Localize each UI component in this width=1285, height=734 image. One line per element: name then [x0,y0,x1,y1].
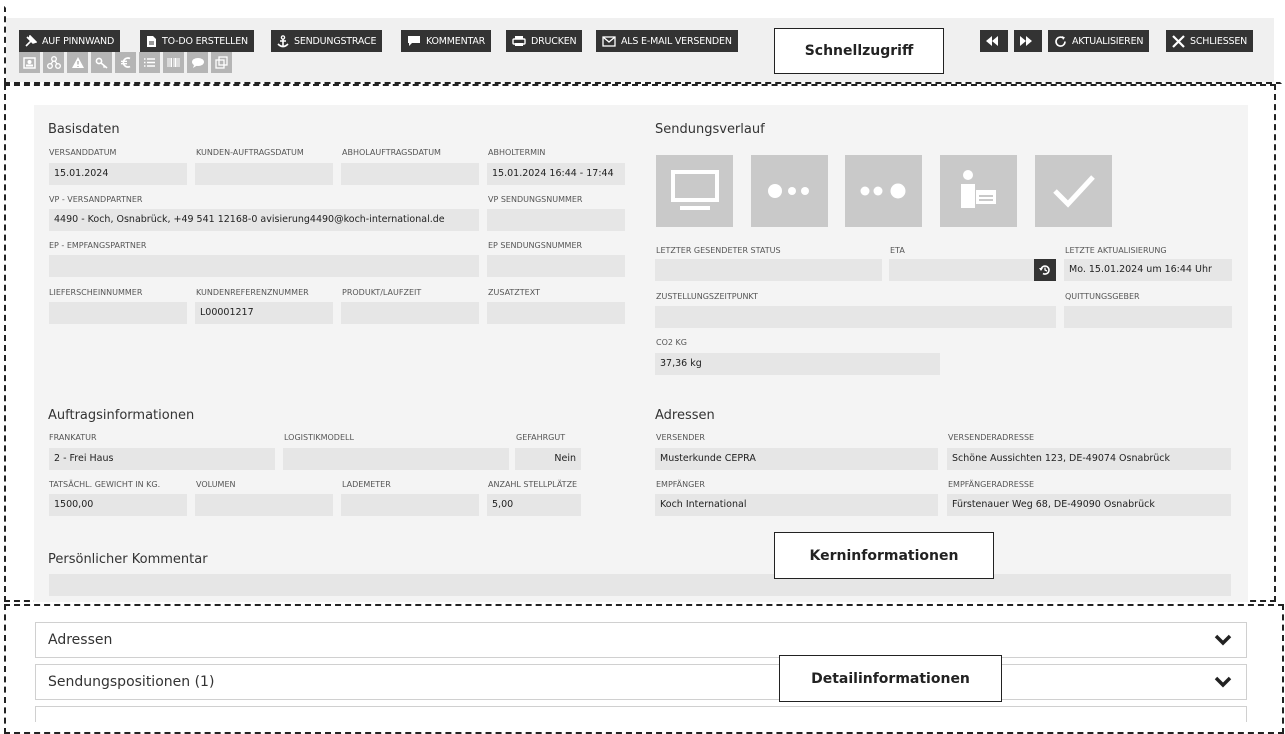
label-vp-sendungsnummer: VP SENDUNGSNUMMER [488,195,583,204]
field-versanddatum[interactable]: 15.01.2024 [49,163,187,185]
step-in-progress [751,155,828,227]
field-letzter-status[interactable] [655,259,882,281]
field-versandpartner[interactable]: 4490 - Koch, Osnabrück, +49 541 12168-0 … [49,209,479,231]
section-title-adressen: Adressen [655,408,715,423]
field-zustellungszeitpunkt[interactable] [655,306,1056,328]
field-letzte-aktualisierung[interactable]: Mo. 15.01.2024 um 16:44 Uhr [1064,259,1232,281]
field-logistikmodell[interactable] [283,448,509,470]
label-lademeter: LADEMETER [342,480,391,489]
field-kundenauftragsdatum[interactable] [195,163,333,185]
section-title-auftragsinformationen: Auftragsinformationen [48,408,195,423]
section-title-kommentar: Persönlicher Kommentar [48,552,208,567]
label-ep-sendungsnummer: EP SENDUNGSNUMMER [488,241,583,250]
field-kommentar[interactable] [49,574,1231,596]
callout-core-info: Kerninformationen [774,532,994,579]
label-letzter-status: LETZTER GESENDETER STATUS [656,246,781,255]
accordion-next-partial [35,706,1247,722]
field-gefahrgut[interactable]: Nein [515,448,581,470]
field-versenderadresse[interactable]: Schöne Aussichten 123, DE-49074 Osnabrüc… [947,448,1231,470]
eta-history-button[interactable] [1034,259,1056,281]
field-eta[interactable] [889,259,1056,281]
history-icon [1039,265,1050,275]
step-in-transit [845,155,922,227]
label-zustellungszeitpunkt: ZUSTELLUNGSZEITPUNKT [656,292,758,301]
label-kundenreferenznummer: KUNDENREFERENZNUMMER [196,288,309,297]
field-empfaenger[interactable]: Koch International [655,494,938,516]
label-co2: CO2 KG [656,338,687,347]
label-logistikmodell: LOGISTIKMODELL [284,433,354,442]
label-versanddatum: VERSANDDATUM [49,148,117,157]
shipment-detail-window: AUF PINNWAND TO-DO ERSTELLEN SENDUNGSTRA… [0,0,1285,734]
field-empfangspartner[interactable] [49,255,479,277]
dots-icon [860,183,905,199]
field-lieferscheinnummer[interactable] [49,302,187,324]
field-zusatztext[interactable] [487,302,625,324]
computer-icon [670,170,719,210]
field-stellplaetze[interactable]: 5,00 [487,494,581,516]
field-abholauftragsdatum[interactable] [341,163,479,185]
accordion-sendungspositionen-label: Sendungspositionen (1) [48,674,215,690]
label-versandpartner: VP - VERSANDPARTNER [49,195,143,204]
chevron-down-icon [1214,676,1232,688]
label-produkt-laufzeit: PRODUKT/LAUFZEIT [342,288,422,297]
field-gewicht[interactable]: 1500,00 [49,494,187,516]
label-letzte-aktualisierung: LETZTE AKTUALISIERUNG [1065,246,1167,255]
field-co2[interactable]: 37,36 kg [655,353,940,375]
field-ep-sendungsnummer[interactable] [487,255,625,277]
label-abholtermin: ABHOLTERMIN [488,148,546,157]
section-title-sendungsverlauf: Sendungsverlauf [655,122,765,137]
step-created [656,155,733,227]
field-empfaengeradresse[interactable]: Fürstenauer Weg 68, DE-49090 Osnabrück [947,494,1231,516]
label-zusatztext: ZUSATZTEXT [488,288,540,297]
label-abholauftragsdatum: ABHOLAUFTRAGSDATUM [342,148,441,157]
field-volumen[interactable] [195,494,333,516]
label-frankatur: FRANKATUR [49,433,97,442]
field-produkt-laufzeit[interactable] [341,302,479,324]
field-abholtermin[interactable]: 15.01.2024 16:44 - 17:44 [487,163,625,185]
dots-partial-icon [767,184,809,198]
field-quittungsgeber[interactable] [1064,306,1232,328]
checkmark-icon [1052,175,1095,208]
accordion-adressen-label: Adressen [48,632,113,648]
label-versender: VERSENDER [656,433,705,442]
label-quittungsgeber: QUITTUNGSGEBER [1065,292,1140,301]
quick-access-region [4,6,1282,84]
chevron-down-icon [1214,634,1232,646]
label-empfaengeradresse: EMPFÄNGERADRESSE [948,480,1035,489]
field-kundenreferenznummer[interactable]: L00001217 [195,302,333,324]
label-gewicht: TATSÄCHL. GEWICHT IN KG. [49,480,161,489]
step-delivered [1035,155,1112,227]
callout-detail-info: Detailinformationen [779,655,1002,702]
label-empfangspartner: EP - EMPFANGSPARTNER [49,241,147,250]
field-lademeter[interactable] [341,494,479,516]
label-gefahrgut: GEFAHRGUT [516,433,566,442]
accordion-sendungspositionen[interactable]: Sendungspositionen (1) [35,664,1247,700]
label-empfaenger: EMPFÄNGER [656,480,705,489]
delivery-person-icon [960,170,996,208]
label-kundenauftragsdatum: KUNDEN-AUFTRAGSDATUM [196,148,304,157]
field-vp-sendungsnummer[interactable] [487,209,625,231]
label-lieferscheinnummer: LIEFERSCHEINNUMMER [49,288,143,297]
callout-quick-access: Schnellzugriff [774,28,944,74]
section-title-basisdaten: Basisdaten [48,122,120,137]
label-eta: ETA [890,246,905,255]
field-versender[interactable]: Musterkunde CEPRA [655,448,938,470]
label-stellplaetze: ANZAHL STELLPLÄTZE [488,480,578,489]
label-volumen: VOLUMEN [196,480,236,489]
field-frankatur[interactable]: 2 - Frei Haus [49,448,275,470]
step-out-for-delivery [940,155,1017,227]
accordion-adressen[interactable]: Adressen [35,622,1247,658]
label-versenderadresse: VERSENDERADRESSE [948,433,1035,442]
